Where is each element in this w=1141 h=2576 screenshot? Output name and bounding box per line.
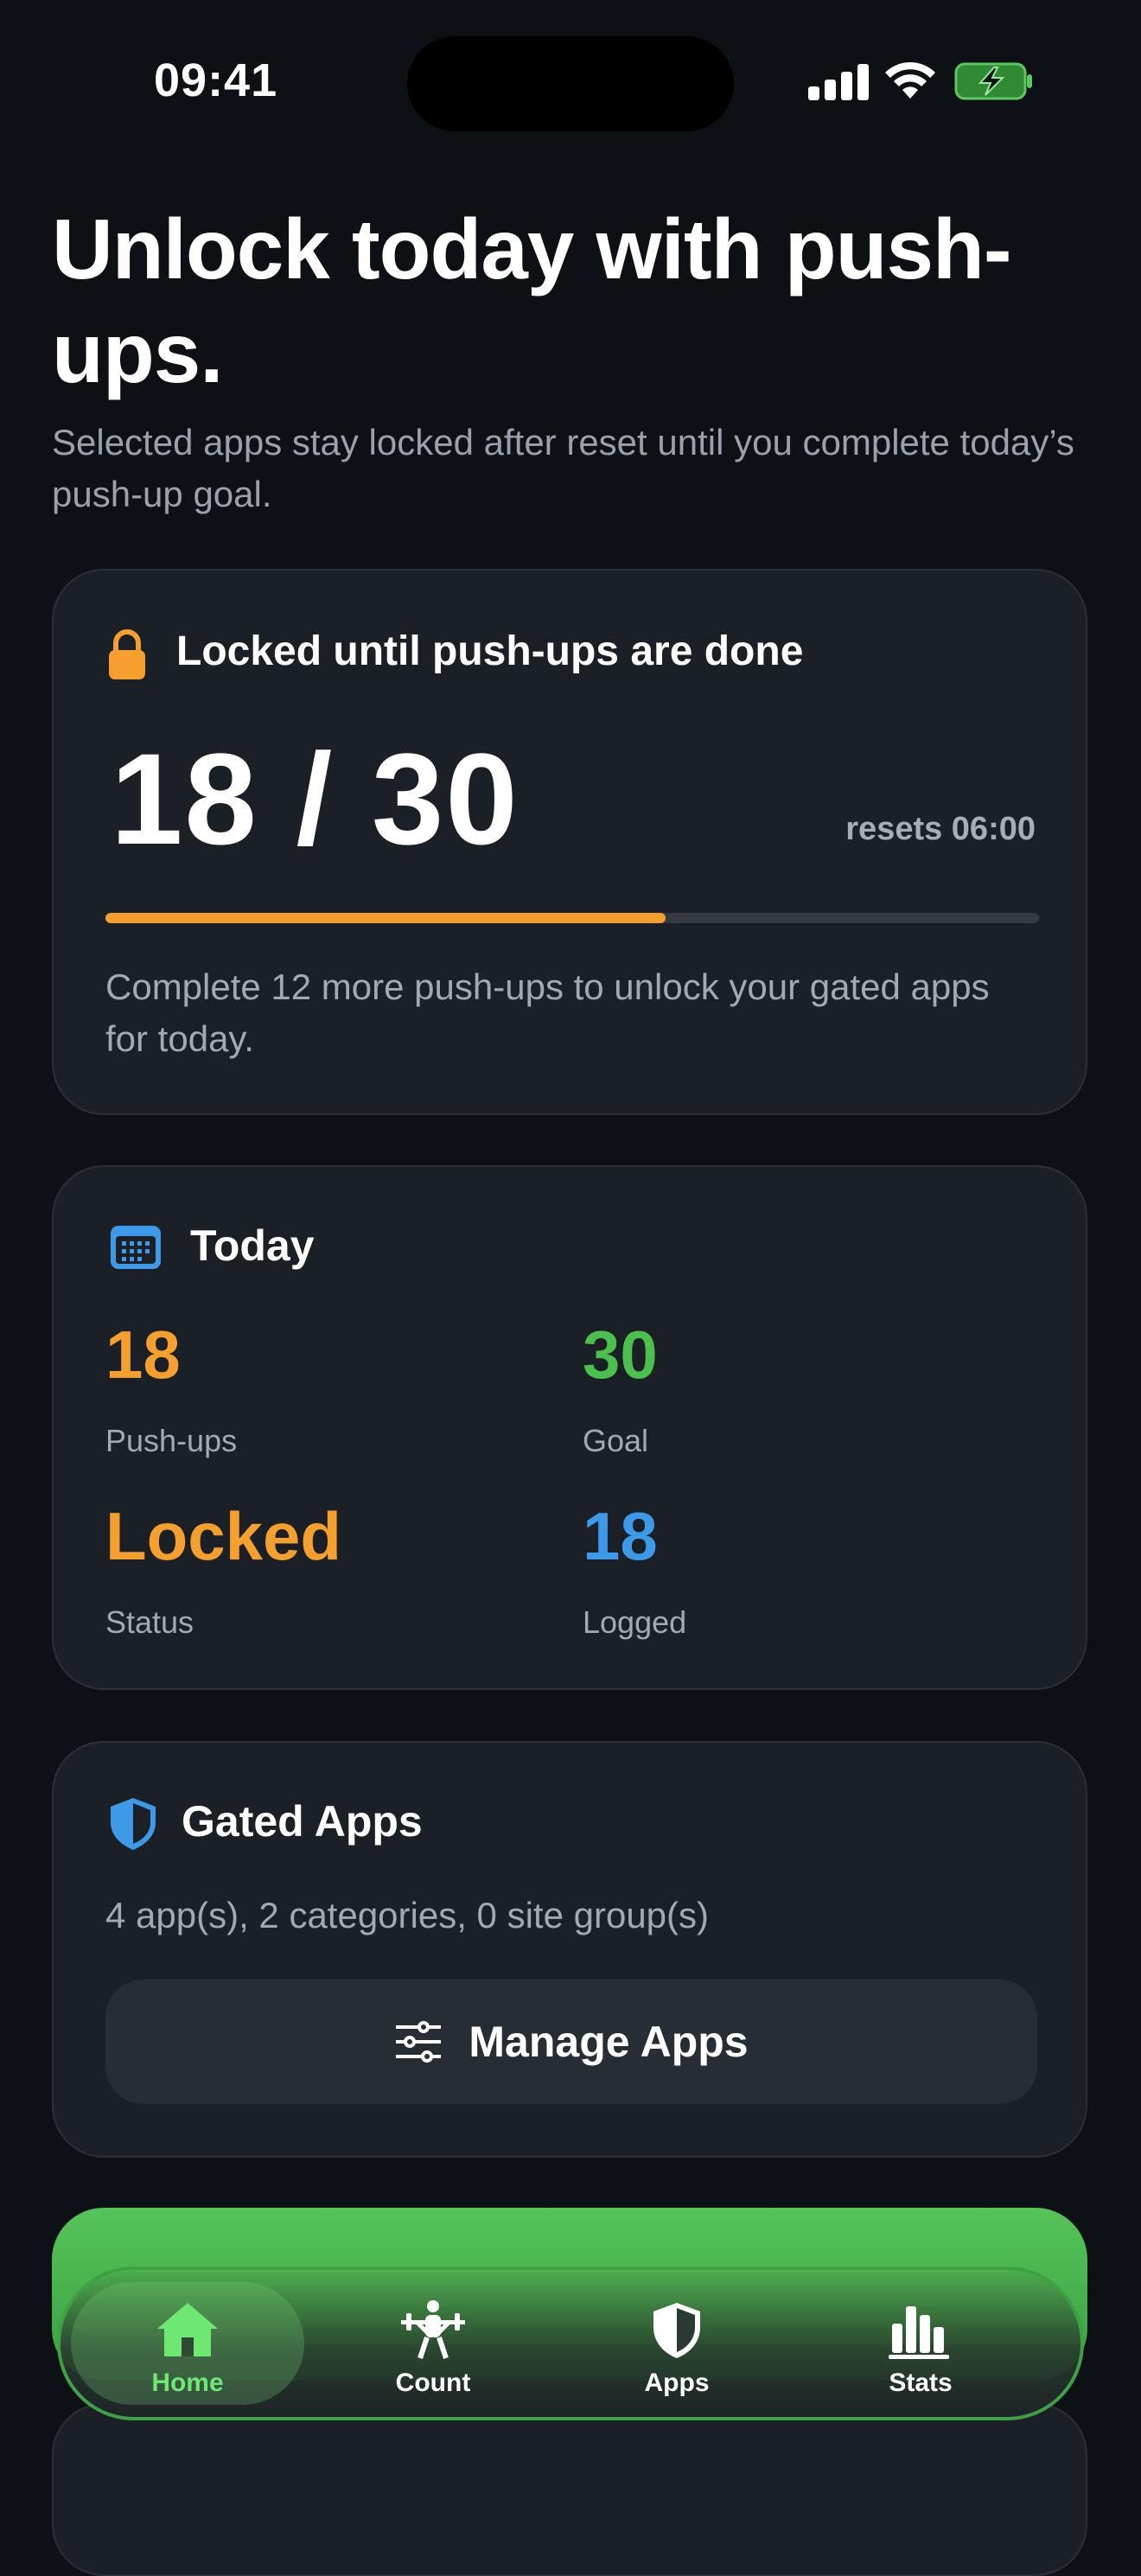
calendar-icon (111, 1226, 161, 1269)
wifi-icon (885, 61, 935, 99)
shield-icon (653, 2303, 700, 2358)
lock-card-title: Locked until push-ups are done (176, 628, 804, 674)
goal-label: Goal (583, 1423, 649, 1458)
reset-time: resets 06:00 (845, 811, 1036, 847)
manage-apps-label: Manage Apps (469, 2018, 749, 2066)
lock-status-card: Locked until push-ups are done 18 / 30 r… (52, 569, 1087, 1115)
tab-home-label: Home (151, 2369, 224, 2397)
progress-bar-fill (105, 913, 666, 923)
status-label: Status (105, 1604, 194, 1640)
page-subtitle: Selected apps stay locked after reset un… (52, 422, 1074, 514)
shield-icon (111, 1798, 156, 1850)
page-title: Unlock today with push-ups. (52, 201, 1011, 400)
tab-stats[interactable]: Stats (804, 2282, 1037, 2405)
lock-icon (109, 629, 145, 679)
status-bar: 09:41 (0, 0, 1141, 164)
tab-count[interactable]: Count (316, 2282, 550, 2405)
logged-value: 18 (583, 1498, 658, 1574)
lock-hint-text: Complete 12 more push-ups to unlock your… (105, 966, 990, 1059)
weightlifter-icon (401, 2300, 465, 2359)
status-value: Locked (105, 1498, 342, 1574)
gated-apps-card: Gated Apps 4 app(s), 2 categories, 0 sit… (52, 1741, 1087, 2158)
tab-count-label: Count (395, 2369, 471, 2397)
today-card-title: Today (190, 1221, 315, 1270)
sliders-icon (396, 2021, 442, 2063)
house-icon (157, 2303, 218, 2356)
pushups-value: 18 (105, 1317, 181, 1393)
goal-value: 30 (583, 1317, 658, 1393)
battery-charging-icon (954, 62, 1032, 100)
pushup-progress-count: 18 / 30 (111, 726, 520, 871)
pushups-label: Push-ups (105, 1423, 238, 1458)
manage-apps-button[interactable]: Manage Apps (105, 1980, 1037, 2104)
bar-chart-icon (889, 2306, 949, 2359)
cellular-signal-icon (808, 62, 869, 100)
tab-home[interactable]: Home (71, 2282, 304, 2405)
status-time: 09:41 (154, 54, 278, 106)
logged-label: Logged (583, 1604, 687, 1640)
tab-apps-label: Apps (644, 2369, 710, 2397)
gated-apps-title: Gated Apps (182, 1797, 423, 1846)
tab-stats-label: Stats (889, 2369, 953, 2397)
gated-apps-summary: 4 app(s), 2 categories, 0 site group(s) (105, 1895, 710, 1935)
tab-bar: Home Count Apps Stats (57, 2267, 1084, 2420)
next-card-peek (52, 2403, 1087, 2576)
dynamic-island (407, 36, 734, 131)
tab-apps[interactable]: Apps (560, 2282, 794, 2405)
today-card: Today 18 Push-ups 30 Goal Locked Status … (52, 1165, 1087, 1690)
progress-bar (105, 913, 1039, 923)
